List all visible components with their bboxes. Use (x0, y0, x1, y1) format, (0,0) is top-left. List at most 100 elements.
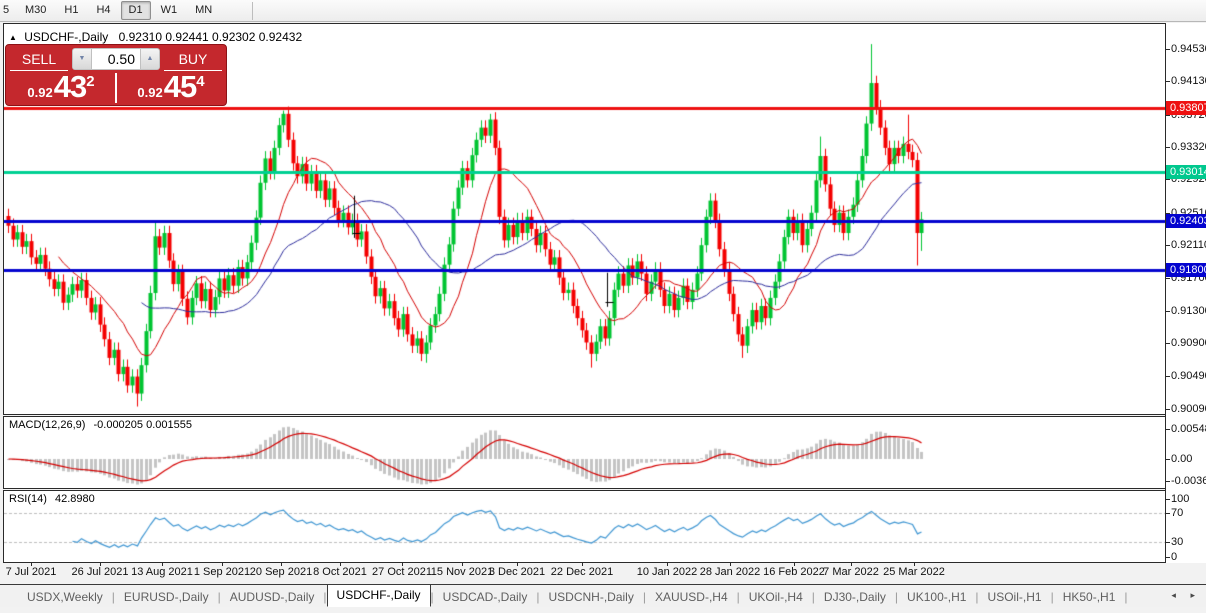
buy-price-prefix: 0.92 (137, 85, 162, 100)
tab-xauusd-h4[interactable]: XAUUSD-,H4 (646, 587, 737, 607)
price-axis-label: 0.90490 (1171, 370, 1206, 382)
date-label: 13 Aug 2021 (131, 566, 193, 578)
rsi-axis-label-tick (1166, 499, 1170, 500)
date-label: 27 Oct 2021 (372, 566, 432, 578)
macd-axis-label-tick (1166, 429, 1170, 430)
price-axis-label: 0.93320 (1171, 141, 1206, 153)
price-axis: 0.945300.941300.937200.933200.929200.925… (1165, 23, 1206, 563)
tab-usdcnh-daily[interactable]: USDCNH-,Daily (539, 587, 642, 607)
timeframe-button-h1[interactable]: H1 (56, 1, 86, 20)
tab-scroll-arrows: ◂ ▸ (1171, 590, 1201, 601)
tab-ukoil-h4[interactable]: UKOil-,H4 (740, 587, 812, 607)
timeframe-toolbar: 5M30H1H4D1W1MN (0, 0, 1206, 22)
volume-decrease-button[interactable]: ▼ (73, 49, 91, 69)
price-axis-label-tick (1166, 409, 1170, 410)
price-axis-label-tick (1166, 245, 1170, 246)
tab-usdchf-daily[interactable]: USDCHF-,Daily (327, 584, 431, 607)
macd-label: MACD(12,26,9) (9, 419, 85, 431)
macd-axis-label: 0.00 (1171, 453, 1192, 465)
rsi-axis-label: 0 (1171, 551, 1177, 563)
date-label: 16 Feb 2022 (763, 566, 825, 578)
rsi-axis-label: 70 (1171, 507, 1183, 519)
date-label: 28 Jan 2022 (700, 566, 761, 578)
date-label: 7 Jul 2021 (6, 566, 57, 578)
chart-title-bar: ▲ USDCHF-,Daily 0.92310 0.92441 0.92302 … (9, 30, 302, 44)
macd-axis-label: -0.00364 (1171, 475, 1206, 487)
volume-input[interactable]: 0.50 (91, 49, 141, 69)
timeframe-button-5[interactable]: 5 (2, 1, 15, 20)
macd-values: -0.000205 0.001555 (93, 419, 191, 431)
one-click-trading-panel: SELL ▼ 0.50 ▲ BUY 0.92 43 2 0.92 45 4 (5, 44, 227, 106)
tab-uk100-h1[interactable]: UK100-,H1 (898, 587, 975, 607)
price-level-badge: 0.93807 (1166, 101, 1206, 115)
date-label: 3 Dec 2021 (489, 566, 545, 578)
tab-hk50-h1[interactable]: HK50-,H1 (1054, 587, 1125, 607)
toolbar-separator (252, 2, 253, 20)
buy-price-sup: 4 (196, 73, 204, 90)
price-axis-label-tick (1166, 376, 1170, 377)
tab-usdcad-daily[interactable]: USDCAD-,Daily (434, 587, 537, 607)
buy-button[interactable]: BUY (164, 49, 222, 69)
date-label: 7 Mar 2022 (823, 566, 879, 578)
date-label: 8 Oct 2021 (313, 566, 367, 578)
tab-eurusd-daily[interactable]: EURUSD-,Daily (115, 587, 218, 607)
price-axis-label: 0.94130 (1171, 75, 1206, 87)
price-level-badge: 0.93014 (1166, 165, 1206, 179)
date-label: 15 Nov 2021 (431, 566, 493, 578)
tab-scroll-left-icon[interactable]: ◂ (1171, 590, 1182, 600)
price-axis-label: 0.91300 (1171, 305, 1206, 317)
sell-button[interactable]: SELL (10, 49, 68, 69)
rsi-label: RSI(14) (9, 493, 47, 505)
price-axis-label-tick (1166, 49, 1170, 50)
rsi-axis-label-tick (1166, 513, 1170, 514)
sell-price-sup: 2 (86, 73, 94, 90)
date-label: 1 Sep 2021 (194, 566, 250, 578)
mt4-terminal: 5M30H1H4D1W1MN 0.945300.941300.937200.93… (0, 0, 1206, 613)
tab-audusd-daily[interactable]: AUDUSD-,Daily (221, 587, 324, 607)
macd-axis-label: 0.005489 (1171, 423, 1206, 435)
timeframe-button-h4[interactable]: H4 (88, 1, 118, 20)
rsi-header: RSI(14) 42.8980 (9, 493, 95, 505)
timeframe-button-m30[interactable]: M30 (17, 1, 54, 20)
tab-usoil-h1[interactable]: USOil-,H1 (979, 587, 1051, 607)
macd-header: MACD(12,26,9) -0.000205 0.001555 (9, 419, 192, 431)
tab-usdx-weekly[interactable]: USDX,Weekly (18, 587, 112, 607)
price-level-badge: 0.92403 (1166, 214, 1206, 228)
rsi-canvas[interactable] (4, 491, 1165, 562)
date-label: 20 Sep 2021 (250, 566, 312, 578)
price-axis-label: 0.90900 (1171, 337, 1206, 349)
tab-scroll-right-icon[interactable]: ▸ (1190, 590, 1201, 600)
buy-price[interactable]: 0.92 45 4 (118, 72, 224, 103)
date-label: 22 Dec 2021 (551, 566, 613, 578)
price-axis-label: 0.94530 (1171, 43, 1206, 55)
price-axis-label-tick (1166, 179, 1170, 180)
rsi-pane (3, 490, 1166, 563)
collapse-triangle-icon[interactable]: ▲ (9, 33, 17, 42)
volume-spinner: ▼ 0.50 ▲ (72, 48, 160, 70)
price-axis-label-tick (1166, 81, 1170, 82)
price-axis-label-tick (1166, 147, 1170, 148)
date-label: 10 Jan 2022 (637, 566, 698, 578)
timeframe-button-mn[interactable]: MN (187, 1, 220, 20)
rsi-value: 42.8980 (55, 493, 95, 505)
price-axis-label-tick (1166, 115, 1170, 116)
macd-axis-label-tick (1166, 459, 1170, 460)
volume-increase-button[interactable]: ▲ (141, 49, 159, 69)
timeframe-button-d1[interactable]: D1 (121, 1, 151, 20)
sell-price-prefix: 0.92 (27, 85, 52, 100)
tab-dj30-daily[interactable]: DJ30-,Daily (815, 587, 895, 607)
price-axis-label-tick (1166, 311, 1170, 312)
sell-price-big: 43 (54, 72, 86, 102)
price-axis-label: 0.92110 (1171, 239, 1206, 251)
buy-price-big: 45 (164, 72, 196, 102)
rsi-axis-label: 30 (1171, 536, 1183, 548)
timeframe-button-w1[interactable]: W1 (153, 1, 186, 20)
price-axis-label-tick (1166, 343, 1170, 344)
date-label: 26 Jul 2021 (72, 566, 129, 578)
price-axis-label: 0.90090 (1171, 403, 1206, 415)
rsi-axis-label: 100 (1171, 493, 1189, 505)
chart-ohlc-values: 0.92310 0.92441 0.92302 0.92432 (119, 30, 303, 44)
price-divider (115, 73, 117, 103)
sell-price[interactable]: 0.92 43 2 (8, 72, 114, 103)
date-label: 25 Mar 2022 (883, 566, 945, 578)
